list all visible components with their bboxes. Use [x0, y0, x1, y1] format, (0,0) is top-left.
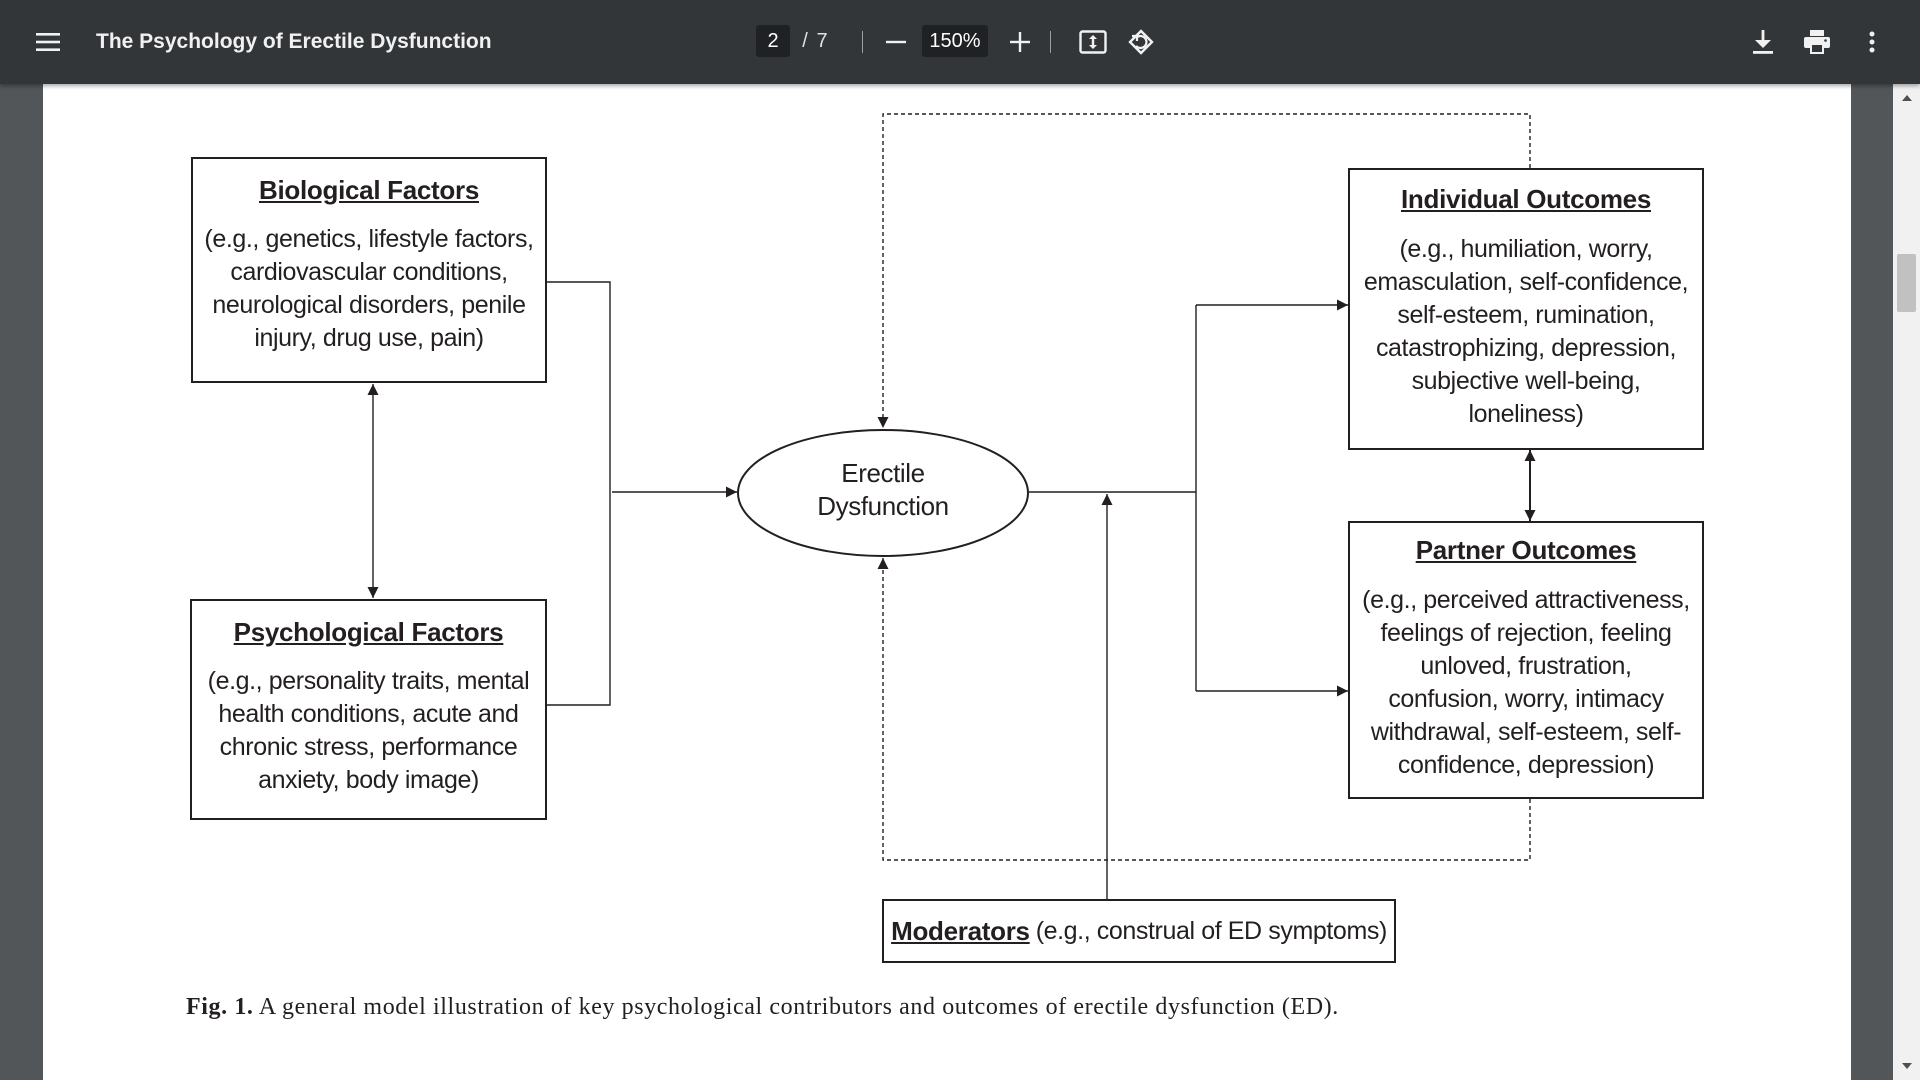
figure-caption-text: A general model illustration of key psyc…: [258, 994, 1339, 1020]
partner-outcomes-box: Partner Outcomes (e.g., perceived attrac…: [1348, 521, 1704, 799]
document-title: The Psychology of Erectile Dysfunction: [96, 30, 492, 53]
factors-bracket: [547, 281, 611, 706]
menu-icon[interactable]: [28, 22, 68, 62]
pdf-toolbar: The Psychology of Erectile Dysfunction 2…: [0, 0, 1920, 84]
print-icon[interactable]: [1797, 22, 1837, 62]
text-line: neurological disorders, penile: [212, 291, 526, 319]
figure-caption-label: Fig. 1.: [186, 994, 254, 1020]
partner-outcomes-title: Partner Outcomes: [1415, 535, 1637, 565]
individual-outcomes-text: (e.g., humiliation, worry, emasculation,…: [1350, 233, 1702, 431]
zoom-out-icon[interactable]: [878, 22, 914, 62]
text-line: emasculation, self-confidence,: [1363, 268, 1689, 296]
text-line: (e.g., perceived attractiveness,: [1362, 586, 1690, 614]
moderators-text: (e.g., construal of ED symptoms): [1035, 916, 1388, 945]
biological-factors-title: Biological Factors: [259, 175, 479, 205]
text-line: chronic stress, performance: [219, 733, 518, 761]
fit-to-page-icon[interactable]: [1073, 22, 1113, 62]
psychological-factors-title: Psychological Factors: [233, 617, 504, 647]
zoom-in-icon[interactable]: [1000, 22, 1040, 62]
biological-factors-text: (e.g., genetics, lifestyle factors, card…: [193, 223, 545, 355]
biological-factors-box: Biological Factors (e.g., genetics, life…: [191, 157, 547, 383]
moderators-box: Moderators (e.g., construal of ED sympto…: [882, 899, 1396, 963]
more-options-icon[interactable]: [1852, 22, 1892, 62]
page-number-input[interactable]: 2: [756, 25, 790, 57]
text-line: (e.g., humiliation, worry,: [1399, 235, 1653, 263]
text-line: confidence, depression): [1397, 751, 1655, 779]
partner-outcomes-text: (e.g., perceived attractiveness, feeling…: [1350, 584, 1702, 782]
text-line: unloved, frustration,: [1420, 652, 1632, 680]
psychological-factors-box: Psychological Factors (e.g., personality…: [190, 599, 547, 820]
scroll-up-icon[interactable]: [1893, 88, 1920, 108]
vertical-scrollbar[interactable]: [1893, 84, 1920, 1080]
text-line: (e.g., personality traits, mental: [207, 667, 530, 695]
scrollbar-thumb[interactable]: [1897, 254, 1916, 312]
psychological-factors-text: (e.g., personality traits, mental health…: [192, 665, 545, 797]
zoom-level-input[interactable]: 150%: [922, 25, 988, 57]
erectile-dysfunction-label: Erectile Dysfunction: [783, 457, 983, 523]
scroll-down-icon[interactable]: [1893, 1056, 1920, 1076]
text-line: injury, drug use, pain): [254, 324, 484, 352]
rotate-icon[interactable]: [1121, 22, 1161, 62]
page-total: 7: [816, 29, 828, 52]
text-line: health conditions, acute and: [218, 700, 519, 728]
individual-outcomes-box: Individual Outcomes (e.g., humiliation, …: [1348, 168, 1704, 450]
text-line: confusion, worry, intimacy: [1388, 685, 1664, 713]
download-icon[interactable]: [1743, 22, 1783, 62]
ed-label-line: Erectile: [841, 458, 925, 488]
ed-label-line: Dysfunction: [817, 491, 949, 521]
toolbar-divider: [862, 31, 863, 53]
figure-caption: Fig. 1. A general model illustration of …: [186, 994, 1686, 1021]
pdf-page: Erectile Dysfunction Biological Factors …: [43, 84, 1851, 1080]
text-line: anxiety, body image): [258, 766, 479, 794]
toolbar-divider: [1050, 31, 1051, 53]
moderators-title: Moderators: [891, 915, 1030, 946]
text-line: withdrawal, self-esteem, self-: [1370, 718, 1682, 746]
text-line: catastrophizing, depression,: [1375, 334, 1677, 362]
text-line: subjective well-being,: [1411, 367, 1641, 395]
individual-outcomes-title: Individual Outcomes: [1400, 184, 1651, 214]
text-line: loneliness): [1468, 400, 1584, 428]
text-line: feelings of rejection, feeling: [1380, 619, 1672, 647]
text-line: cardiovascular conditions,: [230, 258, 508, 286]
text-line: (e.g., genetics, lifestyle factors,: [204, 225, 534, 253]
text-line: self-esteem, rumination,: [1397, 301, 1655, 329]
